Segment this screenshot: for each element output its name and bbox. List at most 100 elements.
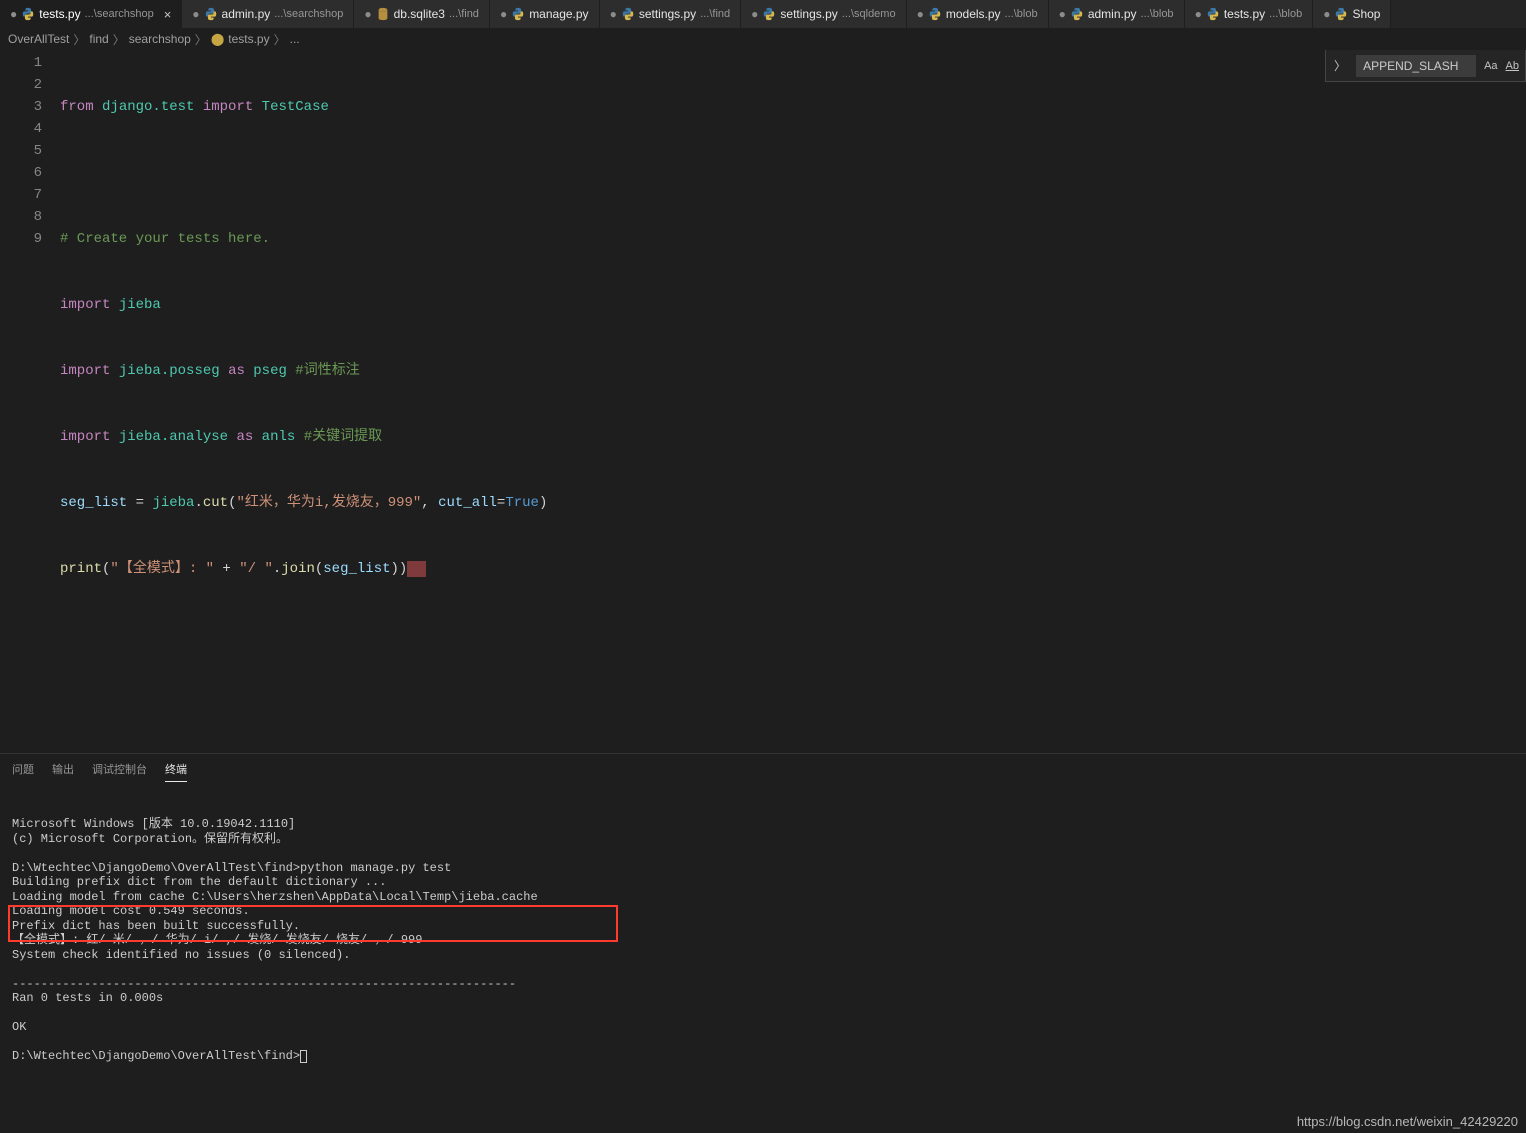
tab-label: manage.py [529, 7, 588, 21]
terminal-line: D:\Wtechtec\DjangoDemo\OverAllTest\find>… [12, 861, 1514, 876]
terminal-line: System check identified no issues (0 sil… [12, 948, 1514, 963]
tab-label: db.sqlite3 [394, 7, 445, 21]
python-icon: ⬤ [211, 32, 224, 46]
dot: . [273, 561, 281, 577]
terminal-cursor [300, 1050, 307, 1063]
terminal-line: 【全模式】: 红/ 米/ ，/ 华为/ i/ ,/ 发烧/ 发烧友/ 烧友/ ，… [12, 933, 1514, 948]
crumb-root[interactable]: OverAllTest [8, 32, 69, 46]
close-icon[interactable]: × [164, 7, 172, 22]
terminal-line [12, 962, 1514, 977]
tab-label: models.py [946, 7, 1001, 21]
chevron-right-icon: 〉 [274, 31, 286, 48]
chevron-right-icon: 〉 [73, 31, 85, 48]
tab-tests-py[interactable]: ●tests.py...\searchshop× [0, 0, 182, 28]
module: django.test [102, 99, 194, 115]
terminal-line: Ran 0 tests in 0.000s [12, 991, 1514, 1006]
tab-problems[interactable]: 问题 [12, 757, 34, 781]
line-number: 3 [0, 96, 42, 118]
kwarg: cut_all [438, 495, 497, 511]
line-number: 9 [0, 228, 42, 250]
terminal-line [12, 1035, 1514, 1050]
line-number: 4 [0, 118, 42, 140]
crumb-file[interactable]: tests.py [228, 32, 269, 46]
dirty-dot-icon: ● [917, 7, 924, 21]
line-number: 6 [0, 162, 42, 184]
match-case-toggle[interactable]: Aa [1484, 60, 1497, 72]
tab-label: settings.py [639, 7, 696, 21]
tab-path: ...\blob [1005, 8, 1038, 20]
dirty-dot-icon: ● [751, 7, 758, 21]
tab-manage-py[interactable]: ●manage.py [490, 0, 600, 28]
string: "【全模式】: " [110, 561, 214, 577]
line-number: 1 [0, 52, 42, 74]
operator: + [214, 561, 239, 577]
terminal-line [12, 1006, 1514, 1021]
paren: )) [391, 561, 408, 577]
editor-tabs: ●tests.py...\searchshop×●admin.py...\sea… [0, 0, 1526, 28]
module: jieba [119, 297, 161, 313]
keyword: import [60, 297, 110, 313]
function: join [281, 561, 315, 577]
terminal-line: Microsoft Windows [版本 10.0.19042.1110] [12, 817, 1514, 832]
constant: True [505, 495, 539, 511]
breadcrumb[interactable]: OverAllTest 〉 find 〉 searchshop 〉 ⬤ test… [0, 28, 1526, 50]
terminal-line: D:\Wtechtec\DjangoDemo\OverAllTest\find> [12, 1049, 1514, 1064]
keyword: import [203, 99, 253, 115]
tab-Shop[interactable]: ● Shop [1313, 0, 1391, 28]
dirty-dot-icon: ● [192, 7, 199, 21]
tab-label: admin.py [1088, 7, 1137, 21]
tab-label: tests.py [39, 7, 80, 21]
keyword: from [60, 99, 94, 115]
variable: seg_list [60, 495, 127, 511]
tab-label: settings.py [780, 7, 837, 21]
variable: seg_list [323, 561, 390, 577]
find-input[interactable] [1356, 55, 1476, 77]
find-widget[interactable]: 〉 Aa Ab [1325, 50, 1526, 82]
tab-path: ...\find [449, 8, 479, 20]
function: cut [203, 495, 228, 511]
keyword: import [60, 429, 110, 445]
line-number: 8 [0, 206, 42, 228]
dirty-dot-icon: ● [364, 7, 371, 21]
chevron-right-icon: 〉 [195, 31, 207, 48]
keyword: as [228, 363, 245, 379]
crumb-folder[interactable]: searchshop [129, 32, 191, 46]
match-word-toggle[interactable]: Ab [1506, 60, 1519, 72]
tab-label: Shop [1352, 7, 1380, 21]
line-gutter: 123456789 [0, 50, 60, 753]
tab-debug-console[interactable]: 调试控制台 [92, 757, 147, 781]
tab-path: ...\blob [1141, 8, 1174, 20]
tab-tests-py[interactable]: ●tests.py...\blob [1185, 0, 1314, 28]
tab-settings-py[interactable]: ● settings.py ...\sqldemo [741, 0, 906, 28]
tab-models-py[interactable]: ● models.py ...\blob [907, 0, 1049, 28]
terminal-line: ----------------------------------------… [12, 977, 1514, 992]
editor-area[interactable]: 123456789 from django.test import TestCa… [0, 50, 1526, 753]
line-number: 7 [0, 184, 42, 206]
module: jieba.posseg [119, 363, 220, 379]
tab-path: ...\sqldemo [842, 8, 896, 20]
terminal-output[interactable]: Microsoft Windows [版本 10.0.19042.1110](c… [0, 784, 1526, 1133]
chevron-right-icon[interactable]: 〉 [1332, 57, 1348, 74]
terminal-line [12, 846, 1514, 861]
terminal-line: Loading model cost 0.549 seconds. [12, 904, 1514, 919]
tab-admin-py[interactable]: ●admin.py...\blob [1049, 0, 1185, 28]
code-content[interactable]: from django.test import TestCase # Creat… [60, 50, 1526, 753]
crumb-more[interactable]: ... [290, 32, 300, 46]
tab-path: ...\find [700, 8, 730, 20]
tab-db-sqlite3[interactable]: ● db.sqlite3 ...\find [354, 0, 490, 28]
dirty-dot-icon: ● [1323, 7, 1330, 21]
tab-settings-py[interactable]: ●settings.py...\find [600, 0, 742, 28]
identifier: anls [262, 429, 296, 445]
tab-label: tests.py [1224, 7, 1265, 21]
dirty-dot-icon: ● [1195, 7, 1202, 21]
paren: ) [539, 495, 547, 511]
tab-terminal[interactable]: 终端 [165, 757, 187, 782]
tab-admin-py[interactable]: ●admin.py...\searchshop [182, 0, 354, 28]
tab-path: ...\searchshop [274, 8, 343, 20]
comment: #关键词提取 [304, 429, 382, 445]
crumb-folder[interactable]: find [89, 32, 108, 46]
tab-output[interactable]: 输出 [52, 757, 74, 781]
bottom-panel: 问题 输出 调试控制台 终端 Microsoft Windows [版本 10.… [0, 753, 1526, 1133]
function: print [60, 561, 102, 577]
line-number: 5 [0, 140, 42, 162]
